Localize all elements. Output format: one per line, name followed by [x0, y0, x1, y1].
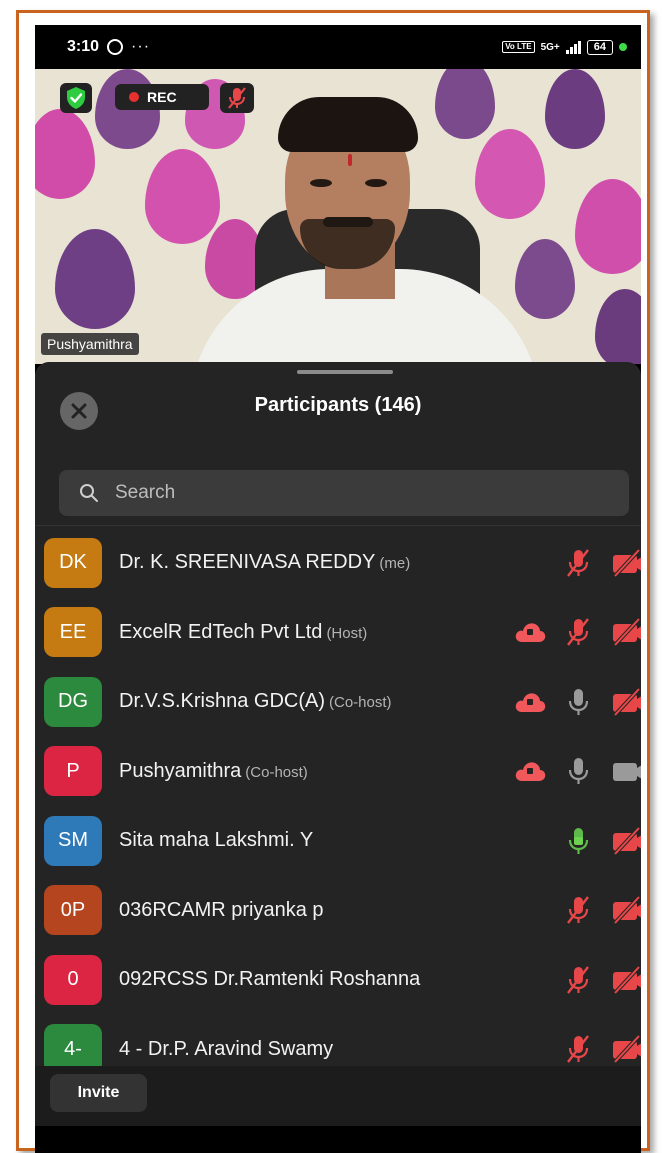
more-notifications-icon: ··· — [131, 38, 151, 55]
whatsapp-icon — [107, 39, 124, 55]
participant-name: Dr.V.S.Krishna GDC(A) — [119, 690, 325, 713]
participant-name: 036RCAMR priyanka p — [119, 898, 324, 921]
invite-button[interactable]: Invite — [50, 1074, 147, 1112]
search-divider — [35, 525, 641, 526]
status-bar: 3:10 ··· Vo LTE 5G+ 64 — [35, 25, 641, 69]
participant-name-group: Dr. K. SREENIVASA REDDY (me) — [119, 551, 410, 574]
participant-row[interactable]: 0 092RCSS Dr.Ramtenki Roshanna — [35, 945, 641, 1015]
status-time: 3:10 — [67, 38, 100, 55]
participant-name: 092RCSS Dr.Ramtenki Roshanna — [119, 968, 421, 991]
participant-row[interactable]: DK Dr. K. SREENIVASA REDDY (me) — [35, 528, 641, 598]
participants-list: DK Dr. K. SREENIVASA REDDY (me) EE ExcelR Ed… — [35, 528, 641, 1084]
system-navigation-bar — [35, 1126, 641, 1153]
mic-muted-icon[interactable] — [563, 615, 593, 649]
participant-name: 4 - Dr.P. Aravind Swamy — [119, 1037, 334, 1060]
search-icon — [80, 484, 98, 502]
participant-row[interactable]: SM Sita maha Lakshmi. Y — [35, 806, 641, 876]
participant-name-group: 4 - Dr.P. Aravind Swamy — [119, 1038, 333, 1061]
rec-label: REC — [147, 89, 177, 105]
participant-role: (Co-host) — [329, 694, 392, 712]
participant-row[interactable]: DG Dr.V.S.Krishna GDC(A) (Co-host) — [35, 667, 641, 737]
speaker-mic-muted-icon — [220, 83, 254, 113]
camera-off-icon[interactable] — [609, 1032, 641, 1066]
participant-avatar: P — [44, 746, 102, 797]
panel-drag-handle[interactable] — [297, 370, 393, 374]
camera-off-icon[interactable] — [609, 546, 641, 580]
participant-role: (me) — [379, 555, 411, 573]
camera-off-icon[interactable] — [609, 963, 641, 997]
participant-row[interactable]: EE ExcelR EdTech Pvt Ltd (Host) — [35, 598, 641, 668]
mic-muted-icon[interactable] — [563, 1032, 593, 1066]
mic-muted-icon[interactable] — [563, 963, 593, 997]
participant-name: Dr. K. SREENIVASA REDDY — [119, 551, 376, 574]
recording-indicator[interactable]: REC — [115, 84, 209, 110]
participant-avatar: SM — [44, 815, 102, 866]
camera-off-icon[interactable] — [609, 615, 641, 649]
cloud-recording-icon — [511, 756, 549, 786]
participant-role: (Co-host) — [245, 763, 308, 781]
participant-role: (Host) — [326, 624, 368, 642]
mic-icon[interactable] — [563, 685, 593, 719]
participant-name-group: Pushyamithra (Co-host) — [119, 760, 308, 783]
participant-avatar: DG — [44, 676, 102, 727]
participant-name: Sita maha Lakshmi. Y — [119, 829, 314, 852]
camera-off-icon[interactable] — [609, 824, 641, 858]
phone-screen: 3:10 ··· Vo LTE 5G+ 64 REC Pushyamithra … — [35, 25, 641, 1153]
record-dot-icon — [129, 92, 139, 102]
volte-icon: Vo LTE — [502, 41, 535, 53]
participants-panel: Participants (146) DK Dr. K. SREENIVASA R… — [35, 362, 641, 1075]
search-box[interactable] — [59, 470, 629, 516]
participant-avatar: DK — [44, 537, 102, 588]
panel-title: Participants (146) — [254, 394, 422, 416]
battery-icon: 64 — [586, 39, 613, 55]
network-type: 5G+ — [540, 41, 560, 53]
participant-avatar: 0 — [44, 954, 102, 1005]
camera-off-icon[interactable] — [609, 893, 641, 927]
participant-row[interactable]: P Pushyamithra (Co-host) — [35, 737, 641, 807]
speaker-name-tag: Pushyamithra — [41, 333, 139, 355]
camera-icon[interactable] — [609, 754, 641, 788]
mic-muted-icon[interactable] — [563, 893, 593, 927]
participant-name: ExcelR EdTech Pvt Ltd — [119, 620, 323, 643]
privacy-indicator-icon — [619, 43, 627, 51]
mic-icon[interactable] — [563, 824, 593, 858]
mic-icon[interactable] — [563, 754, 593, 788]
participant-name: Pushyamithra — [119, 759, 242, 782]
participant-row[interactable]: 0P 036RCAMR priyanka p — [35, 876, 641, 946]
participant-name-group: 092RCSS Dr.Ramtenki Roshanna — [119, 968, 420, 991]
mic-muted-icon[interactable] — [563, 546, 593, 580]
participant-avatar: EE — [44, 607, 102, 658]
participant-name-group: 036RCAMR priyanka p — [119, 899, 324, 922]
panel-footer: Invite — [35, 1066, 641, 1126]
participant-name-group: Sita maha Lakshmi. Y — [119, 829, 313, 852]
encryption-shield-icon[interactable] — [60, 83, 92, 113]
cloud-recording-icon — [511, 617, 549, 647]
search-input[interactable] — [115, 482, 595, 504]
participant-avatar: 0P — [44, 885, 102, 936]
cloud-recording-icon — [511, 687, 549, 717]
camera-off-icon[interactable] — [609, 685, 641, 719]
participant-name-group: Dr.V.S.Krishna GDC(A) (Co-host) — [119, 690, 392, 713]
active-speaker-video[interactable]: REC Pushyamithra — [35, 69, 641, 364]
participant-name-group: ExcelR EdTech Pvt Ltd (Host) — [119, 621, 367, 644]
signal-icon — [565, 40, 581, 54]
